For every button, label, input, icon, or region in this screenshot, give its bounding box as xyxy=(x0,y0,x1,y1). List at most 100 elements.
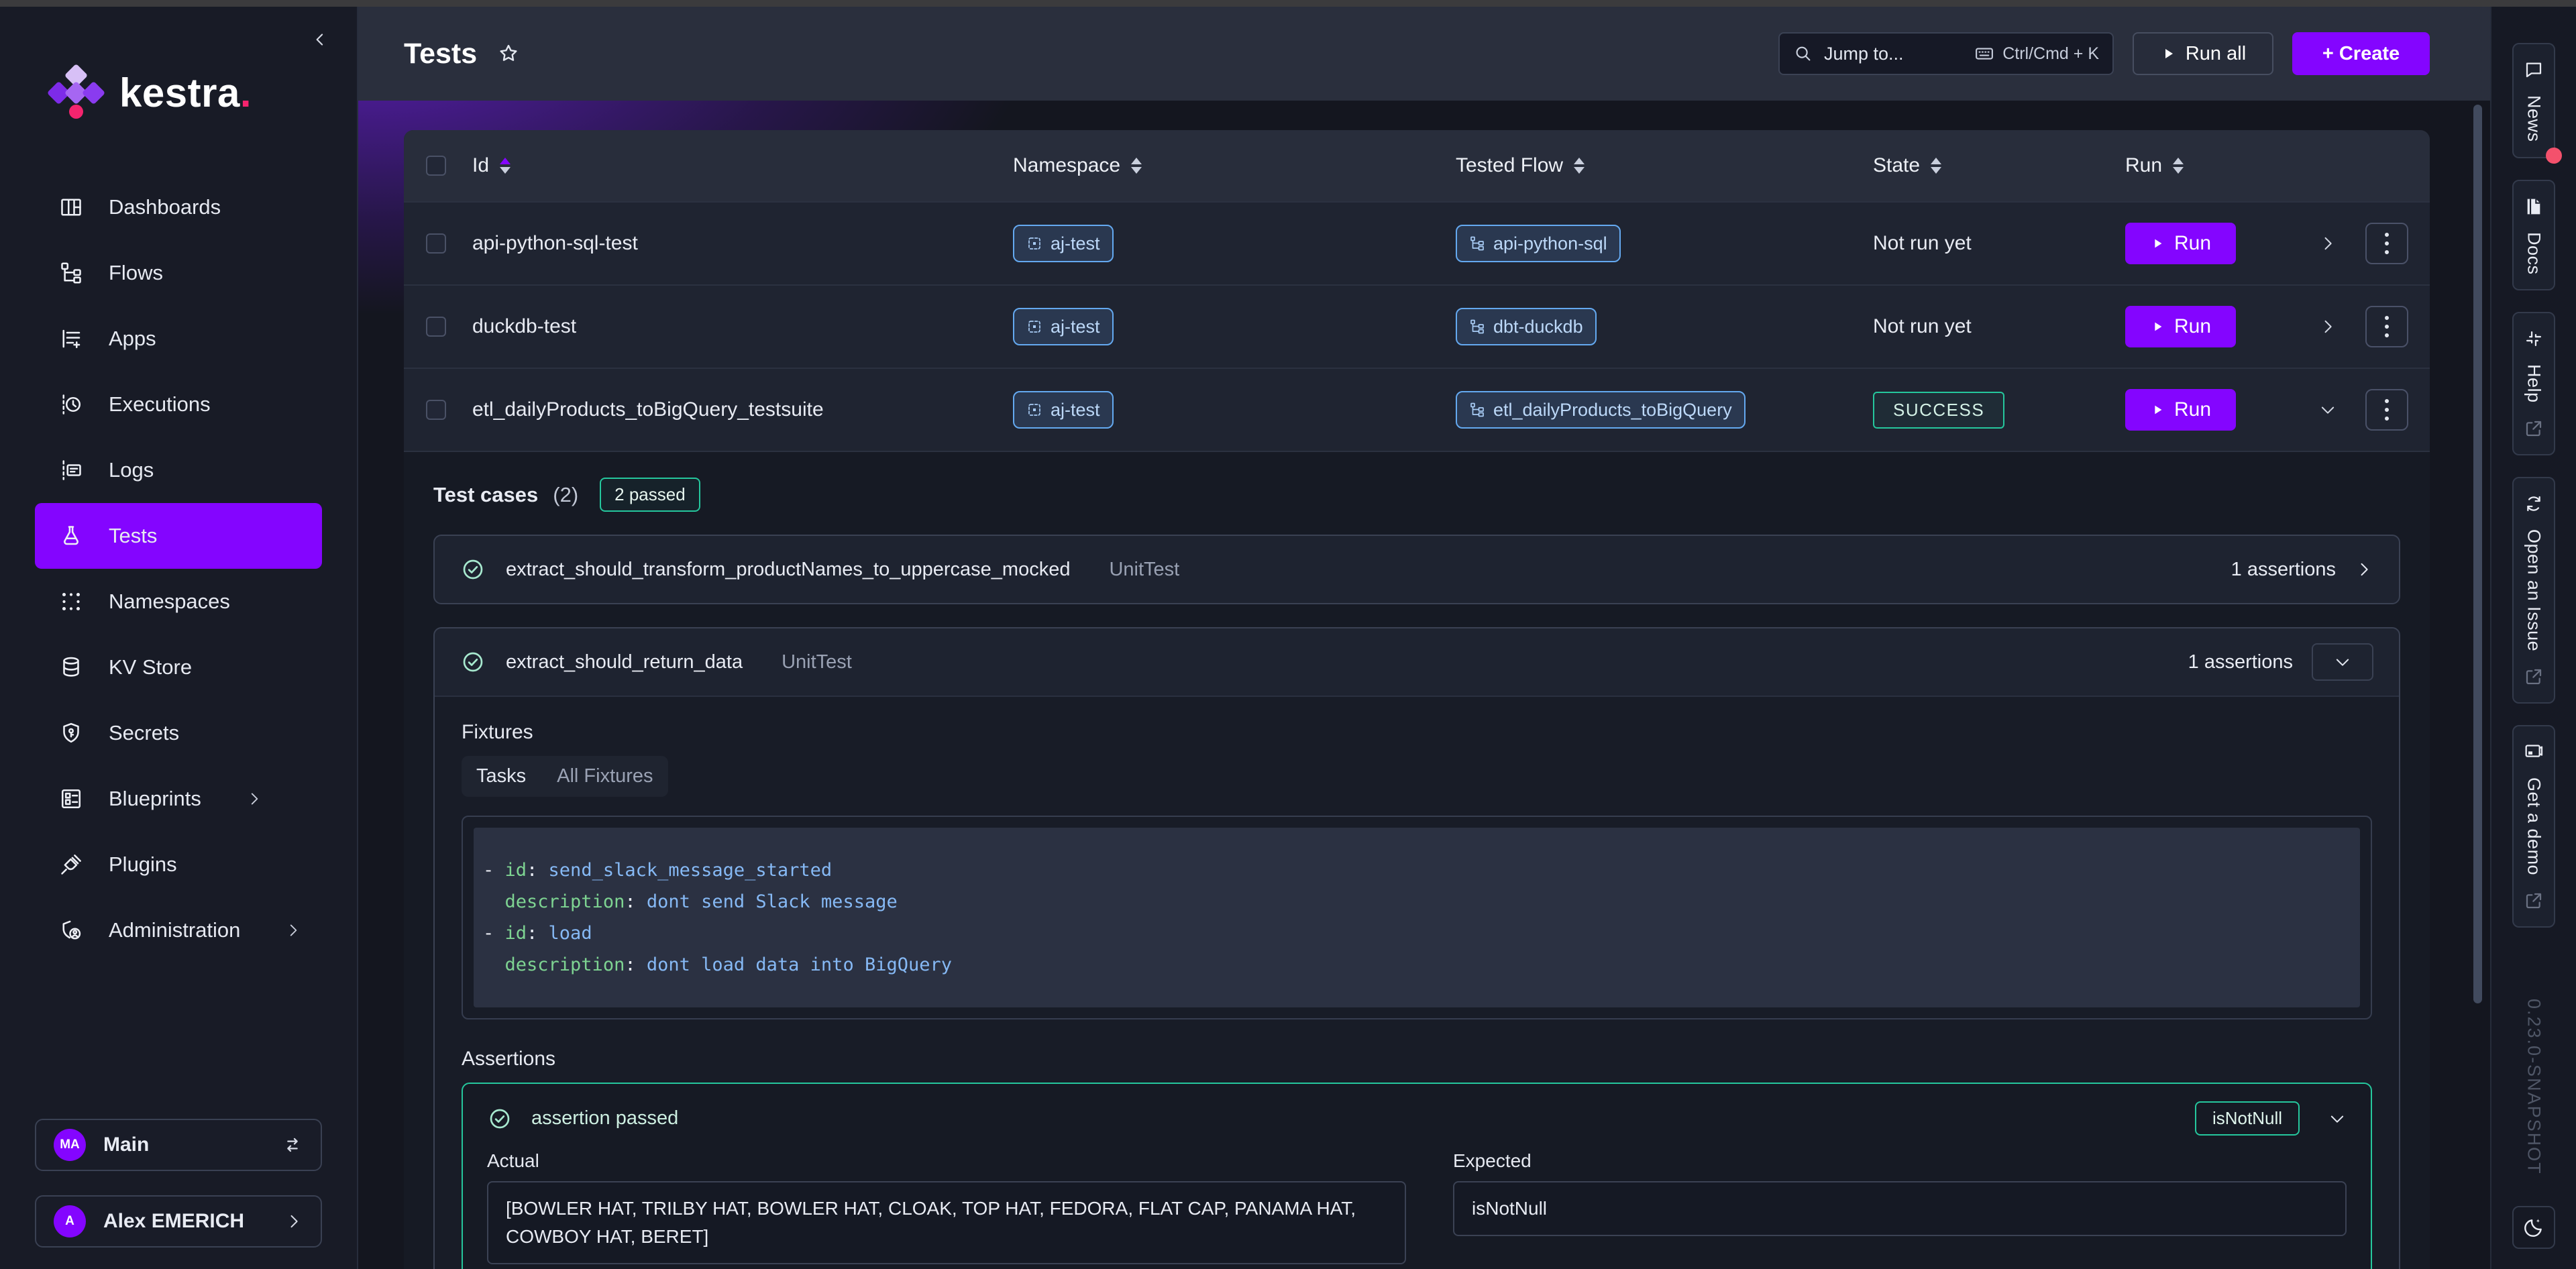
table-row: api-python-sql-test aj-test api-python-s… xyxy=(404,201,2430,284)
fixtures-tabs: Tasks All Fixtures xyxy=(462,756,668,797)
help-button[interactable]: Help xyxy=(2512,312,2555,455)
theme-toggle-button[interactable] xyxy=(2512,1206,2555,1249)
sort-icon xyxy=(2173,158,2184,174)
row-menu-button[interactable] xyxy=(2365,223,2408,264)
row-menu-button[interactable] xyxy=(2365,389,2408,431)
test-case-name: extract_should_return_data xyxy=(506,651,743,673)
collapse-row-button[interactable] xyxy=(2300,400,2356,419)
news-button[interactable]: News xyxy=(2512,43,2555,158)
tested-flow-badge[interactable]: dbt-duckdb xyxy=(1456,308,1597,345)
row-menu-button[interactable] xyxy=(2365,306,2408,347)
row-checkbox[interactable] xyxy=(426,317,446,337)
content: Id Namespace Tested Flow State xyxy=(358,101,2490,1269)
get-demo-button[interactable]: Get a demo xyxy=(2512,725,2555,928)
assertions-title: Assertions xyxy=(462,1048,2372,1070)
assertion-header: assertion passed isNotNull xyxy=(487,1101,2347,1136)
run-button[interactable]: Run xyxy=(2125,306,2236,347)
play-icon xyxy=(2150,319,2165,334)
assertions-count: 1 assertions xyxy=(2188,651,2293,673)
sidebar-item-tests[interactable]: Tests xyxy=(35,503,322,569)
jump-to-search[interactable]: Jump to... Ctrl/Cmd + K xyxy=(1778,32,2114,75)
sidebar-item-logs[interactable]: Logs xyxy=(35,437,322,503)
sidebar-item-kv-store[interactable]: KV Store xyxy=(35,634,322,700)
blueprints-icon xyxy=(59,787,83,811)
namespace-badge[interactable]: aj-test xyxy=(1013,391,1114,429)
assertions-count: 1 assertions xyxy=(2231,559,2336,581)
external-link-icon xyxy=(2523,890,2544,912)
column-header-state[interactable]: State xyxy=(1857,154,2125,177)
actual-label: Actual xyxy=(487,1150,1406,1172)
sidebar-item-label: Administration xyxy=(109,918,240,942)
expand-row-button[interactable] xyxy=(2300,317,2356,336)
workspace-switcher[interactable]: MA Main xyxy=(35,1119,322,1171)
sidebar-item-label: Flows xyxy=(109,261,163,285)
sidebar-item-executions[interactable]: Executions xyxy=(35,372,322,437)
topbar-actions: Jump to... Ctrl/Cmd + K Run all + Create xyxy=(1778,32,2430,75)
tested-flow-badge[interactable]: api-python-sql xyxy=(1456,225,1621,262)
chevron-down-icon xyxy=(2333,653,2352,671)
run-button[interactable]: Run xyxy=(2125,389,2236,431)
test-id[interactable]: duckdb-test xyxy=(468,315,1005,338)
tested-flow-badge[interactable]: etl_dailyProducts_toBigQuery xyxy=(1456,391,1746,429)
row-checkbox[interactable] xyxy=(426,400,446,420)
user-menu[interactable]: A Alex EMERICH xyxy=(35,1195,322,1248)
window-top-strip xyxy=(0,0,2576,7)
table-row: duckdb-test aj-test dbt-duckdb Not run y… xyxy=(404,284,2430,368)
collapse-case-button[interactable] xyxy=(2312,643,2373,681)
sidebar-item-administration[interactable]: Administration xyxy=(35,897,322,963)
namespace-badge[interactable]: aj-test xyxy=(1013,225,1114,262)
fixtures-panel: - id: send_slack_message_started descrip… xyxy=(462,816,2372,1019)
sidebar-item-blueprints[interactable]: Blueprints xyxy=(35,766,322,832)
run-all-button[interactable]: Run all xyxy=(2133,32,2273,75)
docs-button[interactable]: Docs xyxy=(2512,180,2555,291)
column-header-run[interactable]: Run xyxy=(2125,154,2300,177)
test-case-card: extract_should_transform_productNames_to… xyxy=(433,535,2400,604)
sidebar-item-dashboards[interactable]: Dashboards xyxy=(35,174,322,240)
assertion-card: assertion passed isNotNull Actual xyxy=(462,1083,2372,1269)
select-all-checkbox[interactable] xyxy=(426,156,446,176)
sidebar-item-label: Plugins xyxy=(109,852,177,877)
tab-tasks[interactable]: Tasks xyxy=(476,765,526,787)
docs-icon xyxy=(2523,196,2544,217)
expand-row-button[interactable] xyxy=(2300,234,2356,253)
chevron-down-icon xyxy=(2328,1109,2347,1128)
row-checkbox[interactable] xyxy=(426,233,446,254)
sort-icon xyxy=(500,158,511,174)
namespaces-icon xyxy=(59,590,83,614)
chevron-right-icon xyxy=(246,790,263,808)
open-issue-button[interactable]: Open an Issue xyxy=(2512,477,2555,704)
test-id[interactable]: api-python-sql-test xyxy=(468,232,1005,255)
collapse-assertion-button[interactable] xyxy=(2328,1109,2347,1128)
page-title: Tests xyxy=(404,38,477,70)
kestra-logo[interactable]: kestra. xyxy=(51,66,357,119)
administration-icon xyxy=(59,918,83,942)
chevron-right-icon[interactable] xyxy=(2355,560,2373,579)
column-header-tested-flow[interactable]: Tested Flow xyxy=(1448,154,1857,177)
kestra-logo-text: kestra. xyxy=(119,70,252,116)
external-link-icon xyxy=(2523,418,2544,439)
search-icon xyxy=(1793,44,1813,64)
namespace-badge[interactable]: aj-test xyxy=(1013,308,1114,345)
create-button[interactable]: + Create xyxy=(2292,32,2430,75)
sidebar-collapse-button[interactable] xyxy=(310,30,330,50)
tab-all-fixtures[interactable]: All Fixtures xyxy=(557,765,653,787)
sidebar-item-apps[interactable]: Apps xyxy=(35,306,322,372)
test-case-header[interactable]: extract_should_transform_productNames_to… xyxy=(435,536,2399,603)
favorite-star-icon[interactable] xyxy=(497,42,520,65)
actual-value-field[interactable]: [BOWLER HAT, TRILBY HAT, BOWLER HAT, CLO… xyxy=(487,1181,1406,1264)
main-area: Tests Jump to... Ctrl/Cmd + K Run all xyxy=(358,7,2490,1269)
test-cases-header: Test cases (2) 2 passed xyxy=(433,478,2400,512)
vertical-scrollbar[interactable] xyxy=(2473,105,2482,1003)
sidebar-item-flows[interactable]: Flows xyxy=(35,240,322,306)
sidebar-item-plugins[interactable]: Plugins xyxy=(35,832,322,897)
run-button[interactable]: Run xyxy=(2125,223,2236,264)
test-id[interactable]: etl_dailyProducts_toBigQuery_testsuite xyxy=(468,398,1005,421)
test-case-header[interactable]: extract_should_return_data UnitTest 1 as… xyxy=(435,628,2399,696)
right-rail: News Docs Help Open an Issue Get a demo … xyxy=(2490,7,2576,1269)
column-header-namespace[interactable]: Namespace xyxy=(1005,154,1448,177)
column-header-id[interactable]: Id xyxy=(468,154,1005,177)
sidebar-item-secrets[interactable]: Secrets xyxy=(35,700,322,766)
sidebar-item-namespaces[interactable]: Namespaces xyxy=(35,569,322,634)
expected-value-field[interactable]: isNotNull xyxy=(1453,1181,2347,1236)
chevron-right-icon xyxy=(284,922,302,939)
